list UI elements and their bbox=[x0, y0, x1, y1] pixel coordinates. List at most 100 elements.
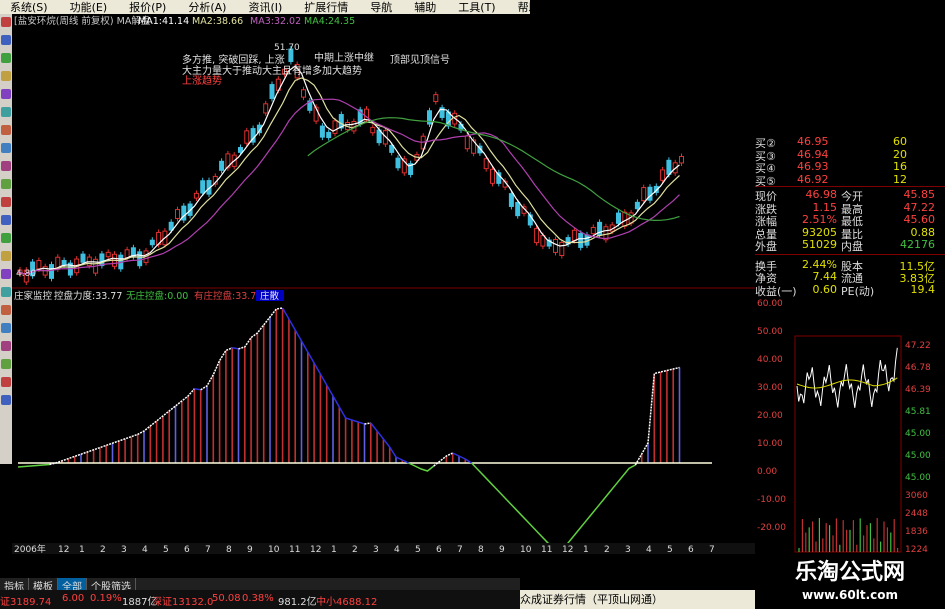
candle-body bbox=[105, 251, 111, 258]
toolbar-tool-icon[interactable] bbox=[1, 161, 11, 171]
candle-body bbox=[641, 187, 647, 202]
time-tick: 2 bbox=[100, 545, 106, 555]
toolbar-tool-icon[interactable] bbox=[1, 107, 11, 117]
tab-0[interactable]: 指标 bbox=[0, 578, 29, 593]
candle-body bbox=[263, 103, 269, 114]
bid-label: 买② bbox=[755, 137, 776, 150]
toolbar-tool-icon[interactable] bbox=[1, 89, 11, 99]
time-tick: 4 bbox=[142, 545, 148, 555]
toolbar-tool-icon[interactable] bbox=[1, 215, 11, 225]
time-tick: 6 bbox=[184, 545, 190, 555]
toolbar-tool-icon[interactable] bbox=[1, 359, 11, 369]
toolbar-tool-icon[interactable] bbox=[1, 323, 11, 333]
stat-label: 收益(一) bbox=[755, 284, 797, 298]
menu-item-6[interactable]: 导航 bbox=[360, 0, 404, 15]
toolbar-tool-icon[interactable] bbox=[1, 341, 11, 351]
volume-tick: 2448 bbox=[905, 509, 928, 519]
candle-body bbox=[80, 253, 86, 263]
toolbar-tool-icon[interactable] bbox=[1, 305, 11, 315]
candle-body bbox=[137, 251, 143, 267]
toolbar-tool-icon[interactable] bbox=[1, 287, 11, 297]
divider bbox=[755, 253, 945, 255]
legend-stock: [盐安环烷(周线 前复权) MA解盘 bbox=[14, 15, 151, 27]
menu-item-3[interactable]: 分析(A) bbox=[178, 0, 238, 15]
time-tick: 12 bbox=[562, 545, 573, 555]
time-tick: 6 bbox=[436, 545, 442, 555]
toolbar-tool-icon[interactable] bbox=[1, 269, 11, 279]
time-tick: 3 bbox=[121, 545, 127, 555]
annotation-1: 多方推, 突破回踩, 上涨 bbox=[182, 53, 285, 66]
candle-body bbox=[616, 212, 621, 224]
candle-body bbox=[326, 131, 332, 139]
ind-force: 控盘力度:33.77 bbox=[54, 290, 122, 302]
annotation-2: 中期上涨中继 bbox=[314, 51, 374, 64]
indicator-chart[interactable]: 庄家监控 控盘力度:33.77 无庄控盘:0.00 有庄控盘:33.77 庄散 … bbox=[12, 290, 755, 558]
bid-list: 买② 46.95 60 买③ 46.94 20 买④ 46.93 16 买⑤ 46.92 12 bbox=[755, 135, 945, 188]
menu-item-5[interactable]: 扩展行情 bbox=[294, 0, 360, 15]
toolbar-tool-icon[interactable] bbox=[1, 251, 11, 261]
candle-body bbox=[149, 239, 155, 246]
menu-item-2[interactable]: 报价(P) bbox=[119, 0, 178, 15]
right-tick: 47.22 bbox=[905, 341, 931, 351]
kline-chart[interactable]: [盐安环烷(周线 前复权) MA解盘 MA1:41.14 MA2:38.66 M… bbox=[12, 14, 755, 290]
menu-item-7[interactable]: 辅助 bbox=[404, 0, 448, 15]
tab-2[interactable]: 全部 bbox=[58, 578, 87, 593]
candle-body bbox=[679, 155, 684, 164]
index-status-bar: 证3189.74 6.00 0.19% 1887亿 深证13132.0 50.0… bbox=[0, 590, 520, 609]
stat-label: 换手 bbox=[755, 259, 777, 273]
menu-item-8[interactable]: 工具(T) bbox=[448, 0, 507, 15]
toolbar-tool-icon[interactable] bbox=[1, 233, 11, 243]
legend-ma3: MA3:32.02 bbox=[250, 16, 301, 27]
control-line bbox=[49, 388, 195, 466]
candle-body bbox=[193, 192, 199, 199]
toolbar-tool-icon[interactable] bbox=[1, 125, 11, 135]
tab-1[interactable]: 模板 bbox=[29, 578, 58, 593]
volume-tick: 1224 bbox=[905, 545, 928, 555]
stat-value: 3.83亿 bbox=[899, 272, 936, 285]
toolbar-tool-icon[interactable] bbox=[1, 143, 11, 153]
candle-body bbox=[571, 229, 577, 241]
tab-3[interactable]: 个股筛选 bbox=[87, 578, 136, 593]
menu-item-0[interactable]: 系统(S) bbox=[0, 0, 60, 15]
toolbar-tool-icon[interactable] bbox=[1, 179, 11, 189]
legend-ma1: MA1:41.14 bbox=[138, 16, 189, 27]
bottom-tabs: 指标 模板 全部 个股筛选 bbox=[0, 578, 520, 593]
time-tick: 2 bbox=[604, 545, 610, 555]
left-tick: -10.00 bbox=[757, 495, 786, 505]
intraday-chart[interactable]: 60.00 50.00 40.00 30.00 20.00 10.00 0.00 -10.00… bbox=[755, 296, 945, 556]
left-toolbar bbox=[0, 14, 12, 464]
candle-body bbox=[61, 260, 67, 266]
sz-amount: 981.2亿 bbox=[278, 597, 317, 608]
toolbar-tool-icon[interactable] bbox=[1, 17, 11, 27]
menu-item-4[interactable]: 资讯(I) bbox=[238, 0, 294, 15]
toolbar-tool-icon[interactable] bbox=[1, 197, 11, 207]
ma-lines bbox=[17, 65, 680, 275]
toolbar-tool-icon[interactable] bbox=[1, 395, 11, 405]
right-tick: 45.00 bbox=[905, 451, 931, 461]
stat-value: 1.15 bbox=[812, 200, 838, 214]
ind-title: 庄家监控 bbox=[14, 290, 53, 302]
stat-value: 93205 bbox=[802, 225, 837, 239]
time-tick: 1 bbox=[331, 545, 337, 555]
menu-item-1[interactable]: 功能(E) bbox=[60, 0, 120, 15]
time-tick: 2 bbox=[352, 545, 358, 555]
bid-label: 买④ bbox=[755, 162, 776, 175]
stat-value: 2.51% bbox=[802, 213, 837, 226]
control-line bbox=[452, 452, 473, 464]
toolbar-tool-icon[interactable] bbox=[1, 71, 11, 81]
toolbar-tool-icon[interactable] bbox=[1, 35, 11, 45]
time-tick: 10 bbox=[268, 545, 280, 555]
ind-has: 有庄控盘:33.77 bbox=[194, 290, 262, 302]
candle-body bbox=[483, 158, 489, 170]
candle-body bbox=[175, 209, 180, 219]
time-tick: 3 bbox=[625, 545, 631, 555]
stat-row: 外盘 51029 内盘 42176 bbox=[755, 238, 945, 253]
toolbar-tool-icon[interactable] bbox=[1, 377, 11, 387]
stat-row: 换手 2.44% 股本 11.5亿 bbox=[755, 258, 945, 273]
candle-body bbox=[647, 186, 653, 201]
time-tick: 8 bbox=[478, 545, 484, 555]
menu-item-9[interactable]: 帮助 bbox=[508, 0, 552, 15]
stat-label: 涨跌 bbox=[755, 202, 777, 216]
candle-body bbox=[578, 232, 584, 248]
toolbar-tool-icon[interactable] bbox=[1, 53, 11, 63]
